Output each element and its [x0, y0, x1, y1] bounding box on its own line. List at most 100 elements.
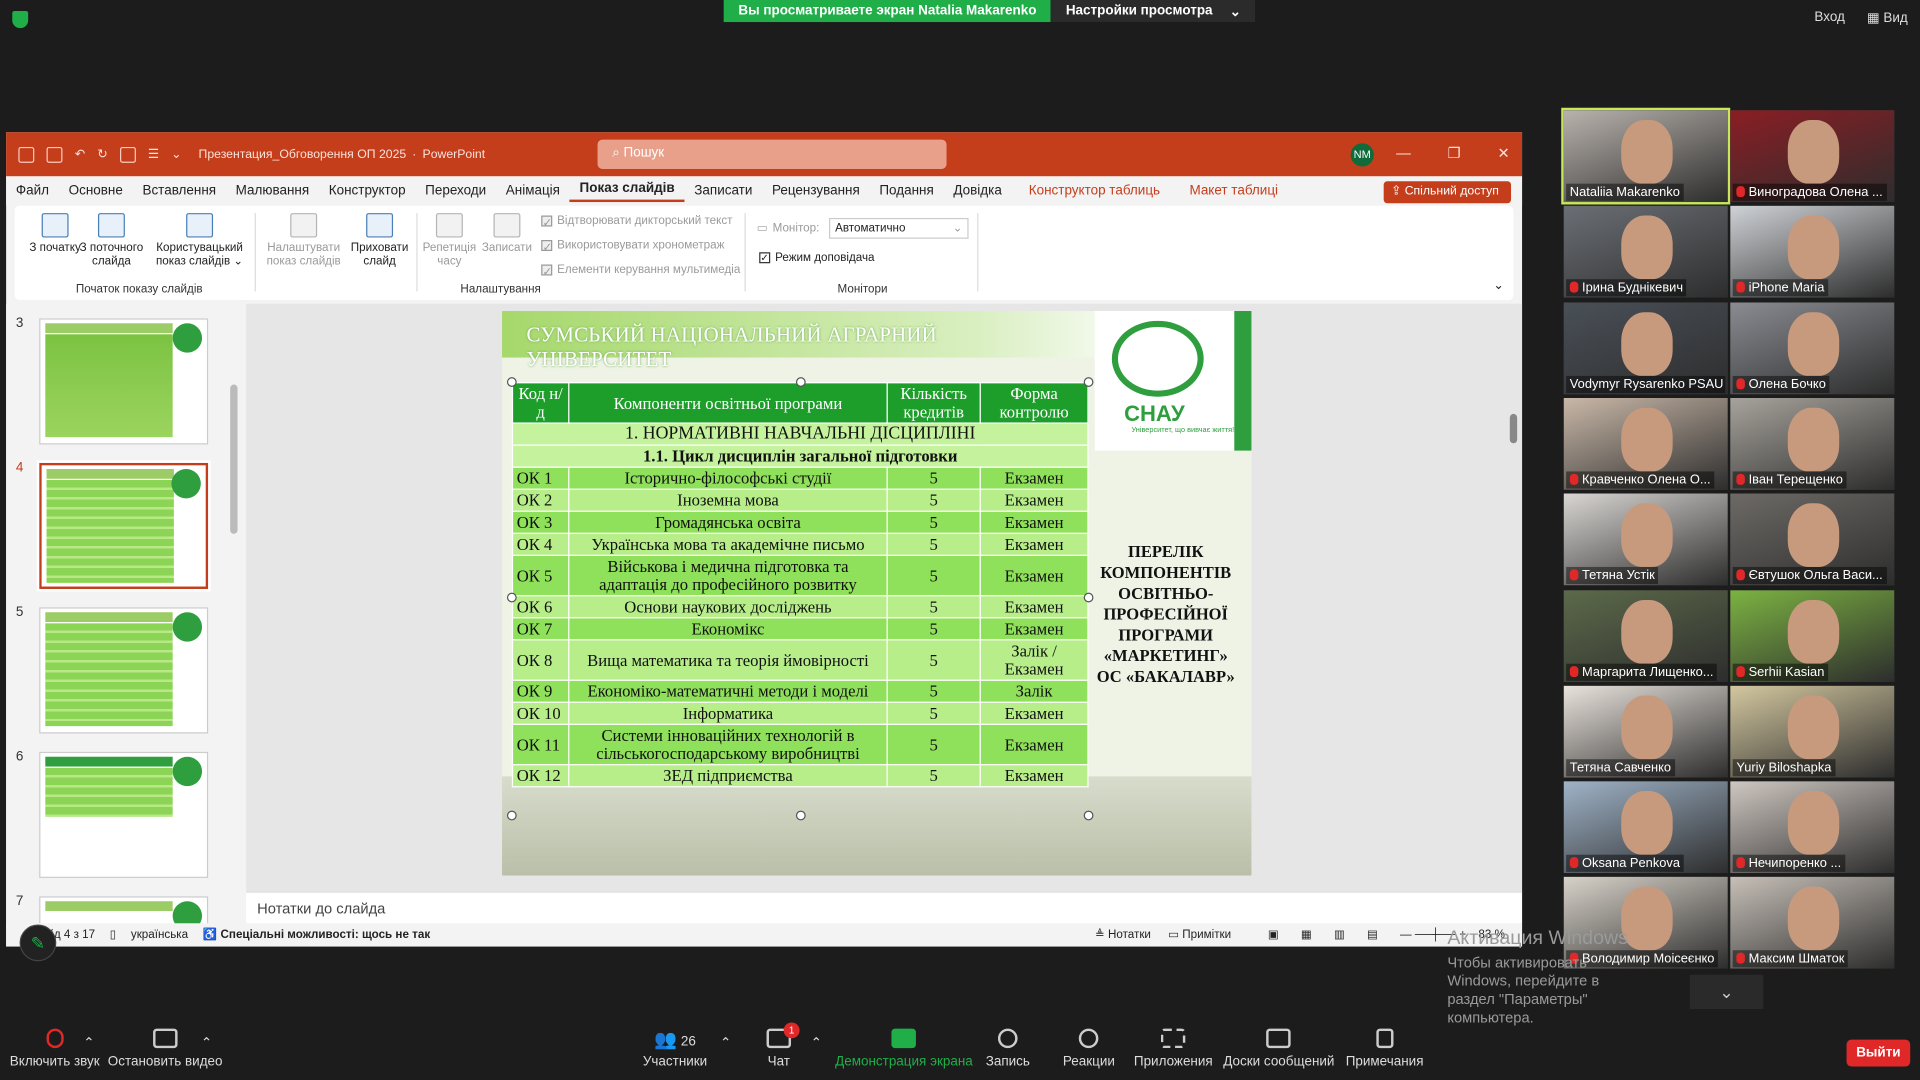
accessibility-status[interactable]: ♿ Спеціальні можливості: щось не так: [203, 928, 430, 941]
program-components-table[interactable]: Код н/д Компоненти освітньої програми Кі…: [511, 382, 1089, 788]
autosave-icon[interactable]: [18, 146, 35, 163]
setup-show-button[interactable]: Налаштувати показ слайдів: [264, 213, 342, 268]
security-shield-icon[interactable]: [12, 11, 29, 29]
view-button[interactable]: ▦ Вид: [1867, 10, 1908, 26]
tab-transitions[interactable]: Переходи: [415, 184, 496, 199]
editor-scrollbar[interactable]: [1509, 413, 1518, 444]
participant-tile[interactable]: Олена Бочко: [1730, 301, 1895, 394]
restore-icon[interactable]: ❐: [1448, 144, 1461, 161]
tab-view[interactable]: Подання: [870, 184, 944, 199]
tab-insert[interactable]: Вставлення: [133, 184, 226, 199]
participant-tile[interactable]: Іван Терещенко: [1730, 397, 1895, 490]
list-icon[interactable]: ☰: [148, 148, 159, 161]
reactions-button[interactable]: Реакции: [1063, 1028, 1115, 1069]
thumbs-scrollbar[interactable]: [230, 384, 238, 534]
tab-table-layout[interactable]: Макет таблиці: [1180, 184, 1288, 199]
slide-thumbnail-5[interactable]: [39, 607, 209, 734]
save-icon[interactable]: [46, 146, 63, 163]
collapse-ribbon-icon[interactable]: ⌄: [1493, 279, 1503, 292]
user-avatar[interactable]: NM: [1350, 143, 1374, 167]
ribbon-slideshow: З початку З поточного слайда Користуваць…: [14, 205, 1514, 301]
participant-tile[interactable]: Тетяна Устік: [1563, 493, 1728, 586]
row-control: Екзамен: [979, 617, 1089, 641]
apps-button[interactable]: Приложения: [1134, 1028, 1213, 1069]
spellcheck-icon[interactable]: ▯: [110, 928, 116, 941]
gallery-scroll-down-icon[interactable]: ⌄: [1689, 974, 1764, 1009]
tab-help[interactable]: Довідка: [944, 184, 1012, 199]
narration-checkbox[interactable]: ✓ Відтворювати дикторський текст: [541, 214, 733, 230]
participant-tile[interactable]: Vodymyr Rysarenko PSAU: [1563, 301, 1728, 394]
participant-tile[interactable]: Тетяна Савченко: [1563, 685, 1728, 778]
tab-file[interactable]: Файл: [6, 184, 59, 199]
comments-toggle[interactable]: ▭ Примітки: [1168, 928, 1231, 941]
notes-button[interactable]: Примечания: [1346, 1028, 1424, 1069]
tab-slideshow[interactable]: Показ слайдів: [569, 181, 685, 202]
hide-slide-button[interactable]: Приховати слайд: [348, 213, 412, 268]
participants-button[interactable]: 👥 26 Участники: [643, 1029, 707, 1069]
tab-record[interactable]: Записати: [684, 184, 762, 199]
participant-tile[interactable]: Ірина Буднікевич: [1563, 206, 1728, 298]
participant-tile[interactable]: Нечипоренко ...: [1730, 781, 1895, 874]
chat-button[interactable]: 1 Чат: [766, 1022, 800, 1069]
participants-chevron-icon[interactable]: ⌃: [720, 1035, 731, 1051]
participant-tile[interactable]: Виноградова Олена ...: [1730, 110, 1895, 203]
row-control: Залік / Екзамен: [979, 639, 1089, 681]
custom-show-button[interactable]: Користувацький показ слайдів ⌄: [156, 213, 244, 268]
participant-tile[interactable]: Nataliia Makarenko: [1561, 107, 1731, 205]
presenter-view-checkbox[interactable]: ✓ Режим доповідача: [759, 251, 875, 264]
university-logo: СНАУ Університет, що вивчає життя!: [1094, 311, 1252, 451]
participant-tile[interactable]: Yuriy Biloshapka: [1730, 685, 1895, 778]
audio-options-chevron-icon[interactable]: ⌃: [83, 1035, 94, 1051]
media-controls-checkbox[interactable]: ✓ Елементи керування мультимедіа: [541, 263, 740, 279]
tab-design[interactable]: Конструктор: [319, 184, 415, 199]
participant-tile[interactable]: iPhone Maria: [1730, 206, 1895, 298]
slide-thumbnail-6[interactable]: [39, 751, 209, 878]
participant-tile[interactable]: Oksana Penkova: [1563, 781, 1728, 874]
minimize-icon[interactable]: —: [1396, 144, 1411, 161]
notes-toggle[interactable]: ≜ Нотатки: [1095, 928, 1151, 941]
view-settings-button[interactable]: Настройки просмотра ⌄: [1051, 0, 1256, 23]
customize-icon[interactable]: ⌄: [171, 148, 181, 161]
participant-tile[interactable]: Serhii Kasian: [1730, 589, 1895, 682]
slide-thumbnail-4[interactable]: [36, 460, 211, 592]
participant-tile[interactable]: Маргарита Лищенко...: [1563, 589, 1728, 682]
tab-home[interactable]: Основне: [59, 184, 133, 199]
participant-tile[interactable]: Євтушок Ольга Васи...: [1730, 493, 1895, 586]
participant-tile[interactable]: Кравченко Олена О...: [1563, 397, 1728, 490]
video-options-chevron-icon[interactable]: ⌃: [201, 1035, 212, 1051]
redo-icon[interactable]: ↻: [97, 148, 107, 161]
language[interactable]: українська: [131, 928, 188, 941]
reading-view-icon[interactable]: ▥: [1334, 928, 1345, 941]
tab-table-design[interactable]: Конструктор таблиць: [1019, 184, 1170, 199]
normal-view-icon[interactable]: ▣: [1268, 928, 1279, 941]
rehearse-button[interactable]: Репетиція часу: [422, 213, 476, 268]
slide-canvas[interactable]: СУМСЬКИЙ НАЦІОНАЛЬНИЙ АГРАРНИЙ УНІВЕРСИТ…: [502, 311, 1252, 876]
search-box[interactable]: ⌕ Пошук: [597, 139, 947, 169]
share-screen-button[interactable]: Демонстрация экрана: [835, 1028, 973, 1069]
from-current-button[interactable]: З поточного слайда: [76, 213, 147, 268]
tab-animations[interactable]: Анімація: [496, 184, 570, 199]
notes-pane[interactable]: Нотатки до слайда: [246, 891, 1523, 924]
leave-button[interactable]: Выйти: [1846, 1039, 1911, 1067]
chat-chevron-icon[interactable]: ⌃: [811, 1035, 822, 1051]
undo-icon[interactable]: ↶: [75, 148, 85, 161]
participant-tile[interactable]: Максим Шматок: [1730, 877, 1895, 970]
slide-thumbnail-3[interactable]: [39, 318, 209, 445]
monitor-select[interactable]: Автоматично ⌄: [828, 217, 969, 239]
slideshow-view-icon[interactable]: ▤: [1367, 928, 1378, 941]
mic-muted-icon: [1569, 281, 1579, 294]
whiteboards-button[interactable]: Доски сообщений: [1223, 1028, 1334, 1069]
record-meeting-button[interactable]: Запись: [986, 1028, 1030, 1069]
participant-name: Маргарита Лищенко...: [1566, 663, 1718, 681]
close-icon[interactable]: ✕: [1497, 144, 1509, 161]
enter-button[interactable]: Вход: [1814, 10, 1844, 26]
present-icon[interactable]: [119, 146, 136, 163]
share-button[interactable]: ⇪ Спільний доступ ⌄: [1383, 181, 1512, 212]
tab-review[interactable]: Рецензування: [762, 184, 869, 199]
tab-draw[interactable]: Малювання: [226, 184, 319, 199]
participant-name-text: Кравченко Олена О...: [1582, 472, 1711, 488]
timings-checkbox[interactable]: ✓ Використовувати хронометраж: [541, 239, 724, 255]
sorter-view-icon[interactable]: ▦: [1301, 928, 1312, 941]
record-button[interactable]: Записати: [480, 213, 534, 255]
annotate-pen-icon[interactable]: ✎: [19, 924, 57, 962]
